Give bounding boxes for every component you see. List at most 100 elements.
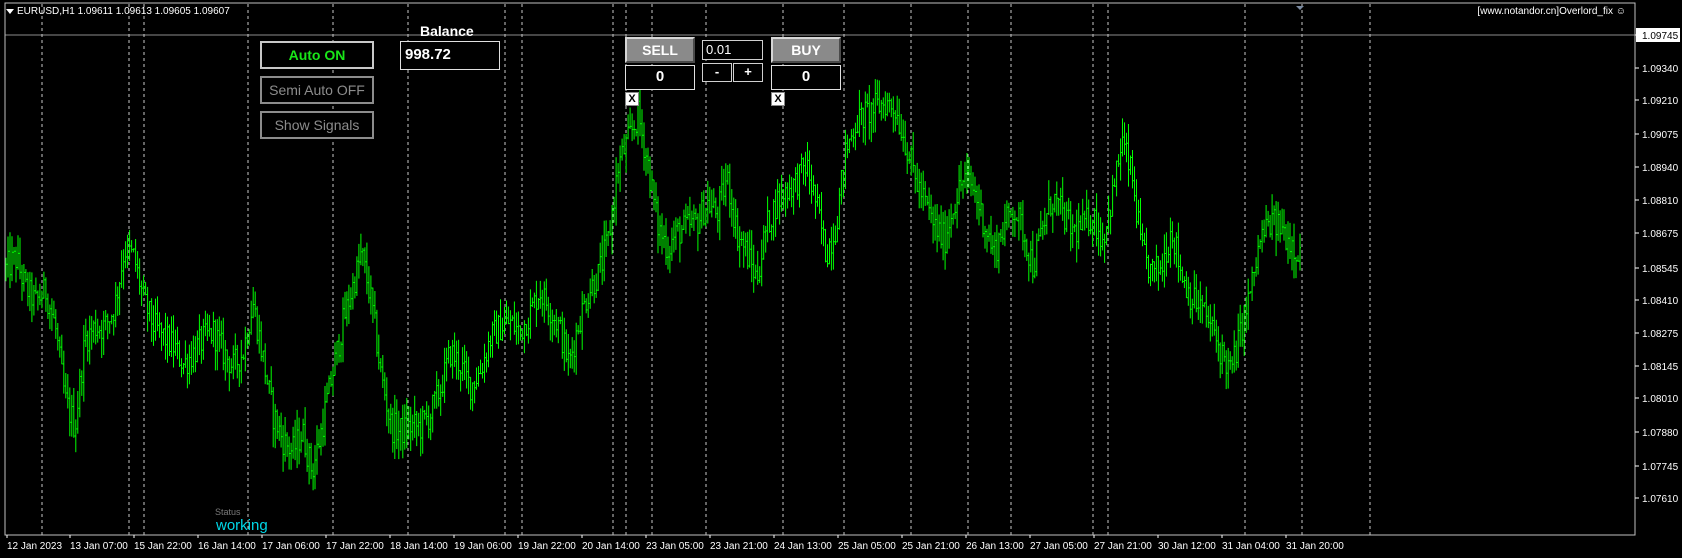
- candle: [280, 412, 283, 448]
- candle: [158, 312, 161, 338]
- candle: [152, 305, 155, 346]
- candle: [369, 275, 372, 315]
- candle: [668, 245, 671, 274]
- candle: [1051, 203, 1054, 233]
- candle: [647, 147, 649, 174]
- candle: [1201, 295, 1204, 324]
- candle: [984, 225, 986, 249]
- candle: [286, 432, 289, 457]
- candle: [130, 240, 133, 253]
- candle: [1155, 244, 1158, 282]
- candle: [1043, 207, 1046, 236]
- candle: [22, 264, 25, 292]
- show-signals-button[interactable]: Show Signals: [260, 111, 374, 139]
- candle: [1059, 187, 1062, 215]
- y-tick-label: 1.08410: [1642, 296, 1679, 307]
- candle: [768, 210, 771, 233]
- candle: [894, 110, 897, 132]
- candle: [399, 418, 402, 451]
- candle: [1099, 217, 1102, 257]
- x-tick-label: 23 Jan 21:00: [710, 541, 768, 552]
- candle: [696, 213, 699, 252]
- semi-auto-toggle-button[interactable]: Semi Auto OFF: [260, 76, 374, 104]
- candle: [42, 271, 45, 299]
- candle: [154, 298, 157, 341]
- candle: [389, 403, 392, 435]
- candle: [21, 264, 23, 301]
- candle: [272, 387, 275, 448]
- candle: [539, 280, 542, 309]
- candle: [17, 235, 19, 270]
- candle: [92, 320, 95, 343]
- candle: [986, 228, 988, 253]
- close-sell-button[interactable]: X: [625, 92, 639, 106]
- candle: [455, 340, 458, 380]
- candle: [708, 186, 711, 214]
- candle: [589, 278, 592, 309]
- sell-button[interactable]: SELL: [625, 37, 695, 63]
- candle: [1071, 214, 1074, 249]
- candle: [1205, 286, 1208, 328]
- candle: [655, 182, 657, 213]
- candle: [1249, 291, 1252, 294]
- candle: [832, 223, 835, 270]
- lot-size-input[interactable]: 0.01: [702, 40, 763, 60]
- candle: [1053, 193, 1056, 213]
- candle: [1173, 237, 1176, 265]
- candle: [680, 225, 683, 244]
- lot-minus-button[interactable]: -: [702, 63, 732, 82]
- buy-count-box: 0: [771, 65, 841, 90]
- price-chart[interactable]: 1.09745 1.09340 1.09210 1.09075 1.08940 1.088…: [0, 0, 1682, 558]
- candle: [1063, 202, 1066, 235]
- candle: [1123, 122, 1126, 155]
- candle: [643, 122, 645, 171]
- candle: [858, 89, 861, 137]
- candle: [78, 368, 81, 418]
- candle: [754, 264, 757, 280]
- candle: [898, 98, 901, 135]
- balance-value: 998.72: [405, 46, 451, 63]
- lot-plus-button[interactable]: +: [733, 63, 763, 82]
- close-buy-button[interactable]: X: [771, 92, 785, 106]
- candle: [854, 122, 857, 151]
- candle: [716, 206, 719, 233]
- candle: [828, 238, 831, 265]
- candle: [172, 315, 175, 368]
- candle: [30, 272, 33, 323]
- candle: [1035, 233, 1038, 277]
- candle: [493, 310, 496, 336]
- x-tick-label: 18 Jan 14:00: [390, 541, 448, 552]
- candle: [405, 397, 408, 449]
- auto-toggle-button[interactable]: Auto ON: [260, 41, 374, 69]
- candle: [1237, 313, 1240, 368]
- y-tick-label: 1.08145: [1642, 362, 1679, 373]
- candle: [633, 120, 636, 140]
- candle: [222, 317, 225, 371]
- candle: [110, 314, 113, 325]
- candle: [340, 341, 342, 363]
- candle: [411, 414, 414, 441]
- candle: [1013, 210, 1016, 237]
- candle: [569, 348, 572, 369]
- candle: [663, 225, 665, 249]
- candle: [397, 410, 400, 460]
- candle: [1287, 221, 1289, 264]
- shift-marker-icon[interactable]: [1296, 6, 1304, 10]
- buy-button[interactable]: BUY: [771, 37, 841, 63]
- candle: [653, 179, 655, 211]
- candle: [258, 314, 261, 354]
- candle: [1259, 239, 1262, 249]
- candle: [872, 98, 875, 133]
- dropdown-triangle-icon[interactable]: [6, 8, 14, 14]
- candle: [581, 291, 584, 350]
- candle: [1077, 203, 1080, 250]
- candle: [1167, 246, 1170, 263]
- candle: [918, 168, 921, 209]
- candle: [856, 115, 859, 134]
- candle: [726, 165, 729, 185]
- candle: [278, 415, 281, 441]
- candle: [800, 153, 803, 174]
- candle: [232, 345, 235, 380]
- candle: [168, 324, 171, 356]
- candle: [676, 218, 679, 232]
